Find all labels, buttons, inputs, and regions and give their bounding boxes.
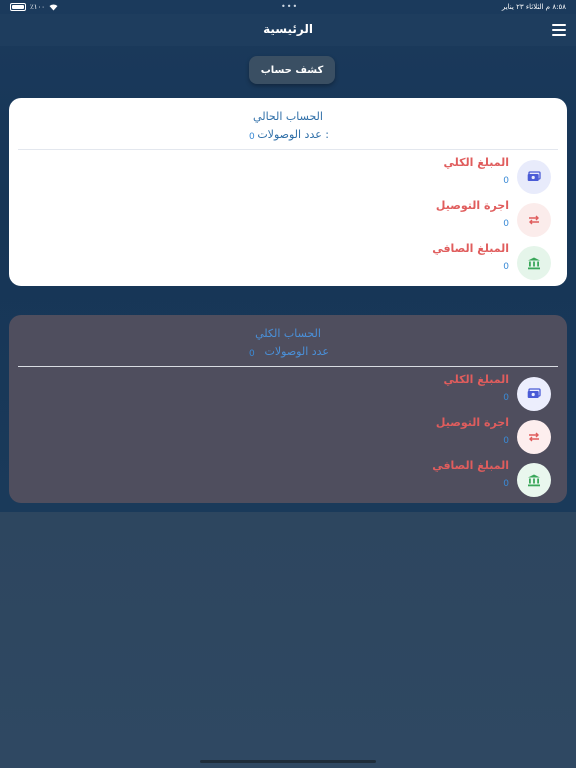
page-title: الرئيسية — [263, 22, 313, 36]
multitask-dots-icon[interactable]: ••• — [281, 2, 298, 11]
total-amount-row: المبلغ الكلي 0 — [9, 156, 567, 198]
net-amount-row: المبلغ الصافي 0 — [9, 242, 567, 284]
account-statement-button[interactable]: كشف حساب — [249, 56, 335, 84]
current-account-card: الحساب الحالي عدد الوصولات : 0 المبلغ ال… — [9, 98, 567, 286]
row-label: المبلغ الصافي — [432, 242, 509, 255]
receipts-count-value: 0 — [249, 349, 255, 359]
status-indicators: ٪١٠٠ — [10, 3, 58, 11]
page-background — [0, 512, 576, 768]
net-amount-row: المبلغ الصافي 0 — [9, 459, 567, 501]
receipts-count-label: عدد الوصولات : — [257, 128, 329, 141]
bank-icon — [517, 463, 551, 497]
card-title: الحساب الكلي — [255, 327, 321, 340]
divider — [18, 149, 558, 150]
receipts-count-value: 0 — [249, 132, 255, 142]
row-label: اجرة التوصيل — [435, 416, 509, 429]
card-title: الحساب الحالي — [253, 110, 323, 123]
bank-icon — [517, 246, 551, 280]
swap-arrows-icon — [517, 420, 551, 454]
row-label: المبلغ الكلي — [443, 373, 509, 386]
total-amount-row: المبلغ الكلي 0 — [9, 373, 567, 415]
row-value: 0 — [503, 176, 509, 186]
divider — [18, 366, 558, 367]
money-icon — [517, 160, 551, 194]
navigation-bar: الرئيسية — [0, 14, 576, 46]
swap-arrows-icon — [517, 203, 551, 237]
row-value: 0 — [503, 393, 509, 403]
row-value: 0 — [503, 479, 509, 489]
status-time: ٨:٥٨ م الثلاثاء ٢٣ يناير — [501, 3, 566, 11]
receipts-count-label: عدد الوصولات — [264, 345, 329, 358]
total-account-card: الحساب الكلي عدد الوصولات 0 المبلغ الكلي… — [9, 315, 567, 503]
status-bar: ٪١٠٠ ••• ٨:٥٨ م الثلاثاء ٢٣ يناير — [0, 0, 576, 14]
home-indicator[interactable] — [200, 760, 376, 763]
battery-level: ٪١٠٠ — [30, 3, 46, 11]
row-label: اجرة التوصيل — [435, 199, 509, 212]
row-value: 0 — [503, 262, 509, 272]
row-value: 0 — [503, 219, 509, 229]
wifi-icon — [49, 3, 58, 10]
money-icon — [517, 377, 551, 411]
hamburger-menu-icon[interactable] — [552, 24, 566, 36]
delivery-fee-row: اجرة التوصيل 0 — [9, 199, 567, 241]
delivery-fee-row: اجرة التوصيل 0 — [9, 416, 567, 458]
row-label: المبلغ الكلي — [443, 156, 509, 169]
row-value: 0 — [503, 436, 509, 446]
row-label: المبلغ الصافي — [432, 459, 509, 472]
battery-icon — [10, 3, 26, 11]
